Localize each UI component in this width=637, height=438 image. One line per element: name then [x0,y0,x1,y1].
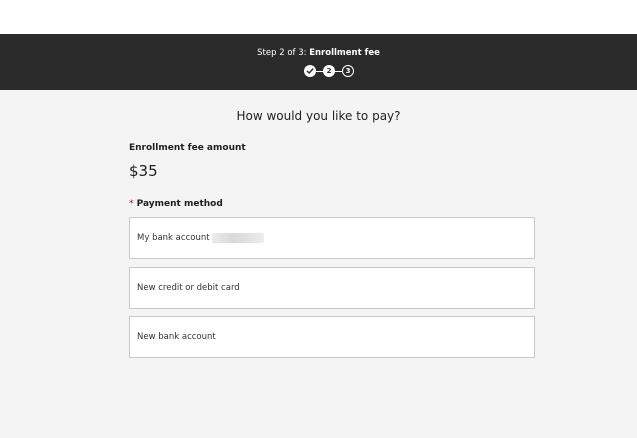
step-progress-text: Step 2 of 3: Enrollment fee [0,48,637,58]
masked-account-number [211,233,264,243]
step-prefix: Step 2 of 3: [257,48,307,58]
payment-option-new-card[interactable]: New credit or debit card [129,267,535,309]
top-blank-area [0,0,637,34]
step-connector [335,70,342,72]
step-connector [316,70,323,72]
payment-method-label: * Payment method [129,199,223,210]
step-3-upcoming: 3 [342,65,354,77]
step-2-current: 2 [323,65,335,77]
page-title: How would you like to pay? [236,109,401,123]
stepper-header: Step 2 of 3: Enrollment fee 2 3 [0,34,637,90]
required-marker: * [129,199,134,209]
payment-option-label: My bank account [137,233,210,243]
enrollment-fee-label: Enrollment fee amount [129,143,246,153]
payment-option-label: New bank account [137,332,216,342]
payment-method-label-text: Payment method [136,199,223,209]
step-current-name: Enrollment fee [309,48,380,58]
payment-option-my-bank-account[interactable]: My bank account [129,217,535,259]
enrollment-fee-amount: $35 [129,162,158,180]
main-content: How would you like to pay? Enrollment fe… [0,90,637,438]
check-icon [306,68,314,74]
step-1-complete [304,65,316,77]
payment-option-new-bank-account[interactable]: New bank account [129,316,535,358]
payment-option-label: New credit or debit card [137,283,240,293]
step-indicators: 2 3 [304,64,354,78]
